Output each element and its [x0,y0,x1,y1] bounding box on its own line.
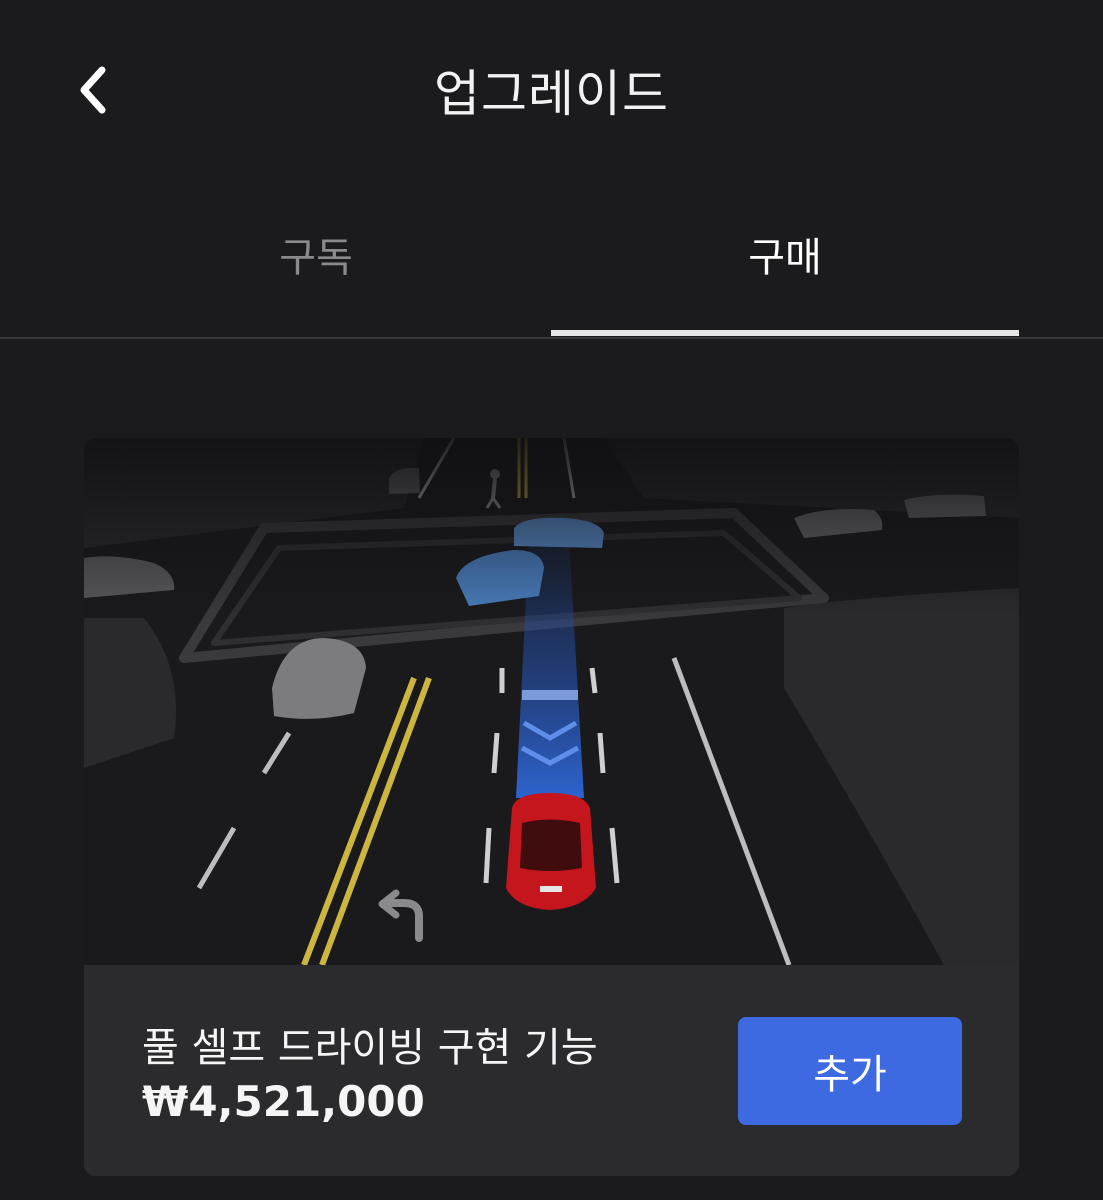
tab-purchase[interactable]: 구매 [551,225,1019,283]
tab-divider [0,337,1103,339]
product-card: 풀 셀프 드라이빙 구현 기능 ₩4,521,000 추가 [84,438,1019,1176]
fsd-visualization-image [84,438,1019,967]
product-price: ₩4,521,000 [142,1077,425,1126]
product-name: 풀 셀프 드라이빙 구현 기능 [142,1025,598,1071]
add-button[interactable]: 추가 [738,1017,962,1125]
product-info: 풀 셀프 드라이빙 구현 기능 ₩4,521,000 추가 [84,965,1019,1176]
tab-subscription[interactable]: 구독 [82,225,550,283]
tab-bar: 구독 구매 [0,200,1103,340]
header: 업그레이드 [0,0,1103,180]
page-title: 업그레이드 [434,65,669,123]
active-tab-indicator [551,330,1019,336]
